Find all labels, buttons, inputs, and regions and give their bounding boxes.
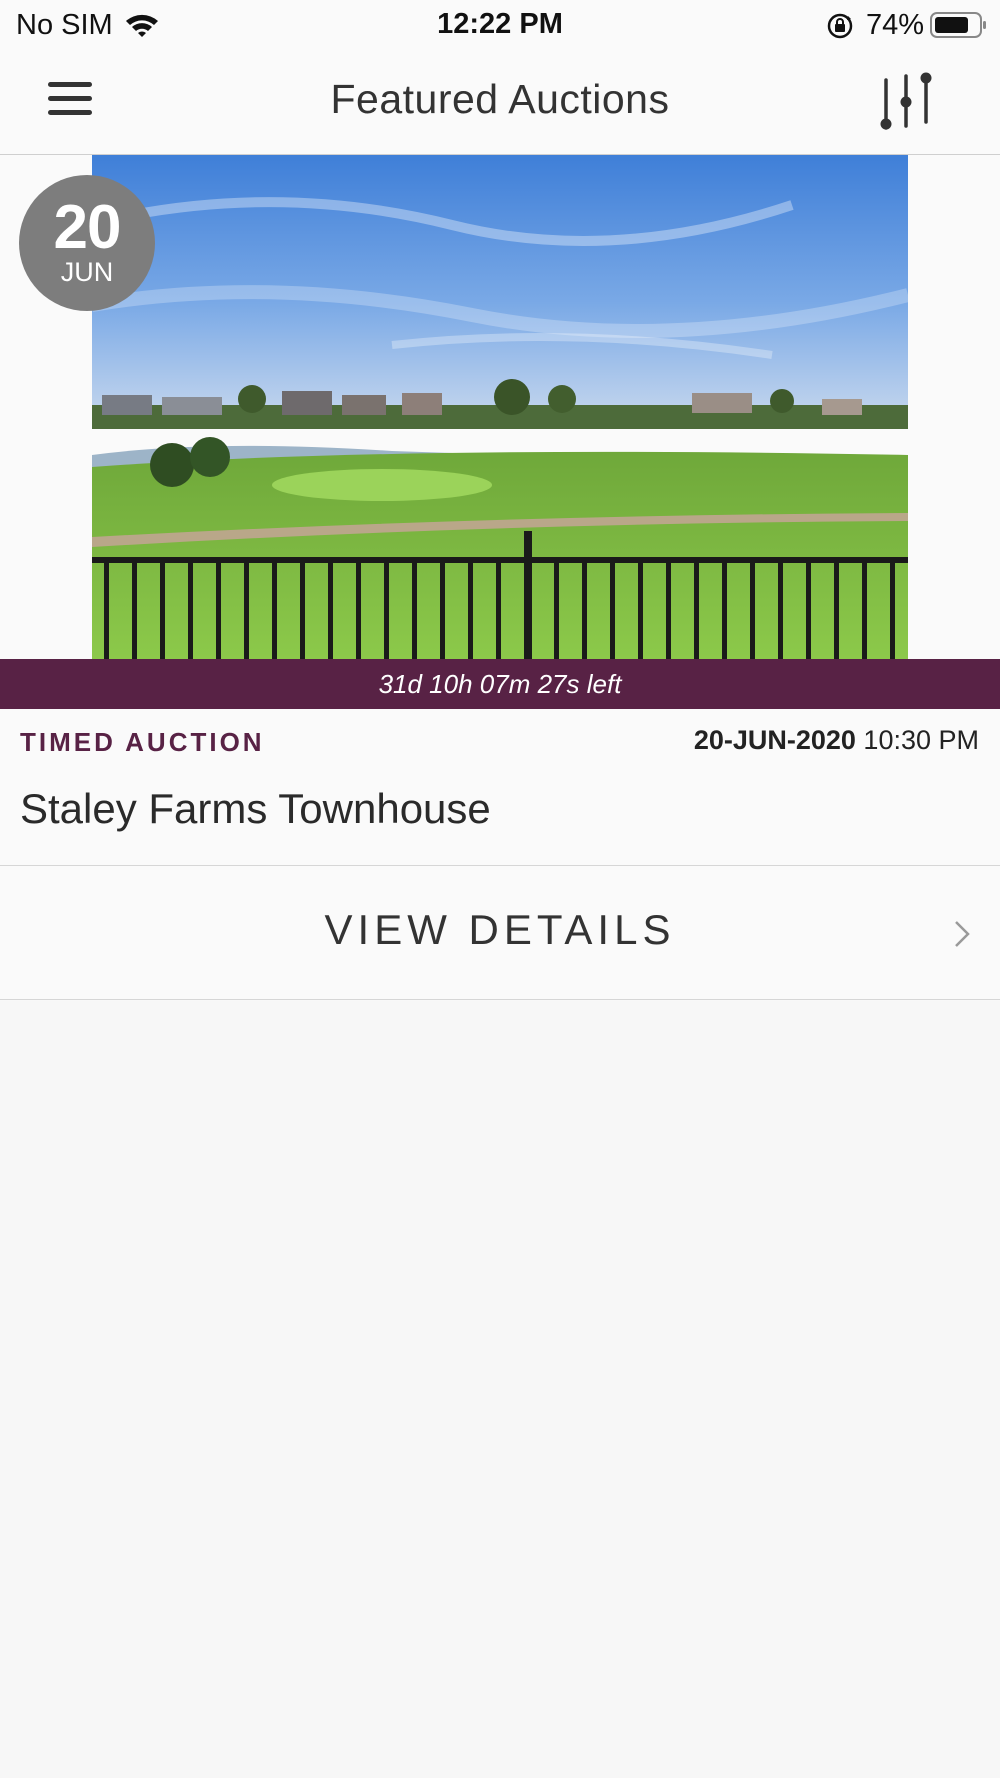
nav-bar: Featured Auctions [0, 50, 1000, 155]
auction-time: 10:30 PM [863, 725, 979, 755]
view-details-label: VIEW DETAILS [324, 906, 676, 953]
chevron-right-icon [952, 919, 972, 954]
auction-date: 20-JUN-2020 [693, 725, 856, 755]
property-photo[interactable] [92, 155, 908, 659]
auction-date-badge: 20 JUN [19, 175, 155, 311]
empty-list-area [0, 1001, 1000, 1778]
badge-day: 20 [53, 193, 122, 262]
page-title: Featured Auctions [330, 76, 670, 122]
auction-datetime: 20-JUN-2020 10:30 PM [694, 725, 979, 756]
divider [0, 999, 1000, 1000]
status-bar: No SIM 12:22 PM 74% [0, 0, 1000, 50]
auction-meta: TIMED AUCTION 20-JUN-2020 10:30 PM [0, 723, 1000, 763]
view-details-button[interactable]: VIEW DETAILS [0, 866, 1000, 999]
badge-month: JUN [60, 257, 114, 287]
auction-type-label: TIMED AUCTION [20, 727, 265, 757]
filter-sliders-icon[interactable] [876, 70, 936, 132]
listing-title[interactable]: Staley Farms Townhouse [20, 785, 491, 833]
battery-icon [930, 11, 988, 44]
battery-percent: 74% [866, 9, 925, 41]
countdown-timer: 31d 10h 07m 27s left [0, 659, 1000, 709]
auction-card[interactable]: 20 JUN 31d 10h 07m 27s left TIMED AUCTIO… [0, 155, 1000, 1000]
rotation-lock-icon [826, 12, 854, 45]
